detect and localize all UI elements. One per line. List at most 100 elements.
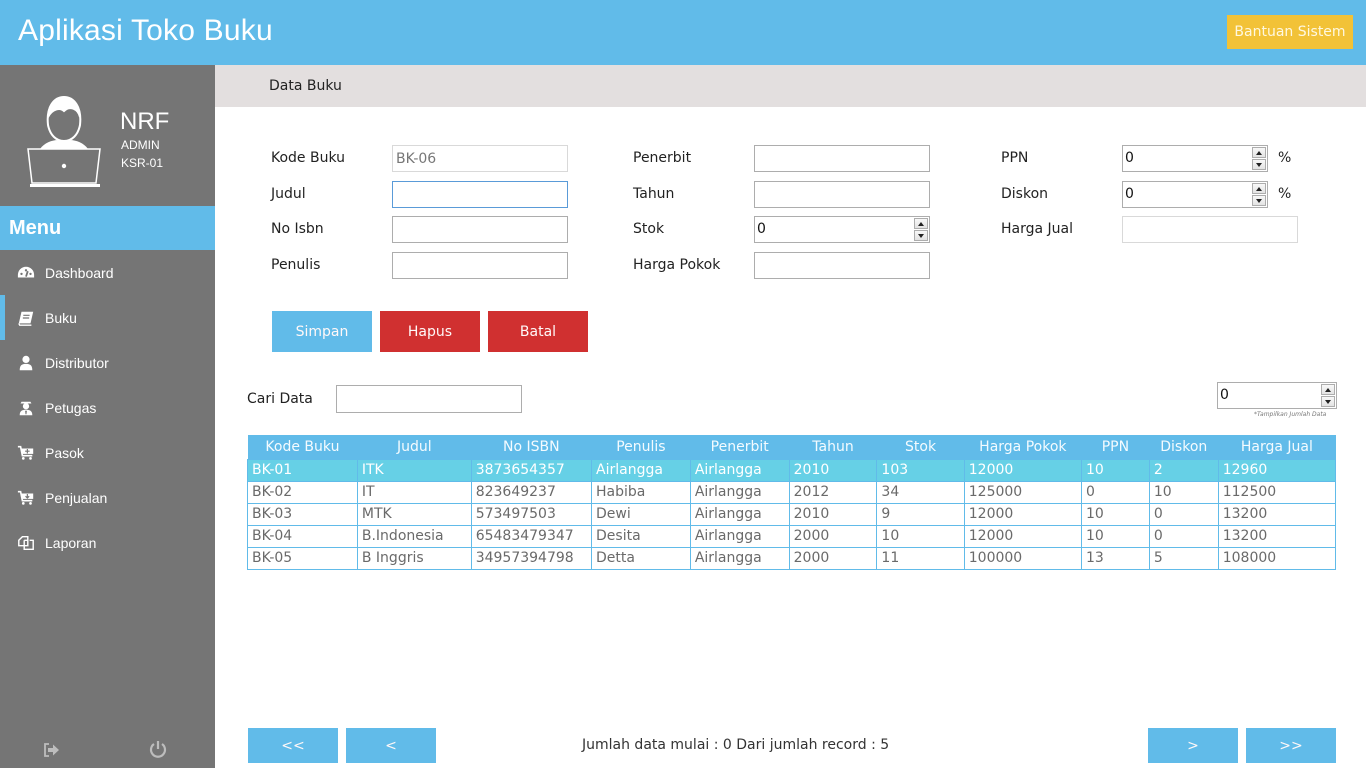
table-cell[interactable]: 2012 <box>788 480 878 504</box>
table-cell[interactable]: 13200 <box>1217 524 1337 548</box>
diskon-decrement-button[interactable] <box>1252 195 1266 206</box>
table-cell[interactable]: B.Indonesia <box>356 524 472 548</box>
table-cell[interactable]: BK-05 <box>247 546 358 570</box>
column-header[interactable]: Penerbit <box>690 435 790 459</box>
table-cell[interactable]: 12000 <box>963 458 1082 482</box>
table-cell[interactable]: 10 <box>1080 502 1150 526</box>
table-cell[interactable]: 3873654357 <box>470 458 593 482</box>
table-cell[interactable]: Airlangga <box>689 480 790 504</box>
kode-buku-field[interactable] <box>392 145 568 172</box>
table-cell[interactable]: 2000 <box>788 524 878 548</box>
table-cell[interactable]: Dewi <box>591 502 691 526</box>
column-header[interactable]: Stok <box>876 435 965 459</box>
sidebar-item-dashboard[interactable]: Dashboard <box>0 250 215 295</box>
table-cell[interactable]: IT <box>356 480 472 504</box>
no-isbn-field[interactable] <box>392 216 568 243</box>
delete-button[interactable]: Hapus <box>380 311 480 352</box>
table-cell[interactable]: 5 <box>1148 546 1219 570</box>
power-icon[interactable] <box>148 739 168 759</box>
table-cell[interactable]: 100000 <box>963 546 1082 570</box>
ppn-spinner[interactable]: 0 <box>1122 145 1268 172</box>
table-cell[interactable]: B Inggris <box>356 546 472 570</box>
display-count-decrement-button[interactable] <box>1321 396 1335 407</box>
cancel-button[interactable]: Batal <box>488 311 588 352</box>
table-cell[interactable]: 2010 <box>788 458 878 482</box>
table-cell[interactable]: 12960 <box>1217 458 1337 482</box>
table-cell[interactable]: 573497503 <box>470 502 593 526</box>
table-cell[interactable]: 125000 <box>963 480 1082 504</box>
display-count-value[interactable]: 0 <box>1220 387 1229 403</box>
column-header[interactable]: No ISBN <box>471 435 592 459</box>
column-header[interactable]: Penulis <box>591 435 691 459</box>
ppn-decrement-button[interactable] <box>1252 159 1266 170</box>
table-cell[interactable]: Airlangga <box>689 458 790 482</box>
table-cell[interactable]: 0 <box>1148 524 1219 548</box>
stok-decrement-button[interactable] <box>914 230 928 241</box>
table-cell[interactable]: 112500 <box>1217 480 1337 504</box>
judul-field[interactable] <box>392 181 568 208</box>
table-cell[interactable]: ITK <box>356 458 472 482</box>
diskon-increment-button[interactable] <box>1252 183 1266 194</box>
table-cell[interactable]: 2 <box>1148 458 1219 482</box>
table-cell[interactable]: 103 <box>876 458 965 482</box>
table-cell[interactable]: 10 <box>1080 524 1150 548</box>
table-cell[interactable]: 34 <box>876 480 965 504</box>
sidebar-item-penjualan[interactable]: Penjualan <box>0 475 215 520</box>
table-row[interactable]: BK-03 MTK 573497503 Dewi Airlangga 2010 9 12000… <box>247 502 1337 526</box>
table-cell[interactable]: MTK <box>356 502 472 526</box>
column-header[interactable]: Diskon <box>1149 435 1219 459</box>
save-button[interactable]: Simpan <box>272 311 372 352</box>
sidebar-item-buku[interactable]: Buku <box>0 295 215 340</box>
stok-value[interactable]: 0 <box>757 221 766 237</box>
next-page-button[interactable]: > <box>1148 728 1238 763</box>
table-cell[interactable]: Habiba <box>591 480 691 504</box>
table-row[interactable]: BK-02 IT 823649237 Habiba Airlangga 2012 34 125… <box>247 480 1337 504</box>
display-count-spinner[interactable]: 0 <box>1217 382 1337 409</box>
table-cell[interactable]: 13200 <box>1217 502 1337 526</box>
table-row[interactable]: BK-04 B.Indonesia 65483479347 Desita Airlang… <box>247 524 1337 548</box>
ppn-increment-button[interactable] <box>1252 147 1266 158</box>
column-header[interactable]: PPN <box>1081 435 1150 459</box>
stok-spinner[interactable]: 0 <box>754 216 930 243</box>
harga-jual-field[interactable] <box>1122 216 1298 243</box>
table-cell[interactable]: 10 <box>1080 458 1150 482</box>
table-cell[interactable]: 12000 <box>963 524 1082 548</box>
sidebar-item-laporan[interactable]: Laporan <box>0 520 215 565</box>
table-cell[interactable]: 10 <box>876 524 965 548</box>
penerbit-field[interactable] <box>754 145 930 172</box>
table-row[interactable]: BK-05 B Inggris 34957394798 Detta Airlangga 2… <box>247 546 1337 570</box>
table-cell[interactable]: 2010 <box>788 502 878 526</box>
table-cell[interactable]: Airlangga <box>689 502 790 526</box>
stok-increment-button[interactable] <box>914 218 928 229</box>
table-cell[interactable]: Desita <box>591 524 691 548</box>
display-count-increment-button[interactable] <box>1321 384 1335 395</box>
table-cell[interactable]: 0 <box>1148 502 1219 526</box>
table-cell[interactable]: 11 <box>876 546 965 570</box>
table-cell[interactable]: 65483479347 <box>470 524 593 548</box>
prev-page-button[interactable]: < <box>346 728 436 763</box>
sidebar-item-petugas[interactable]: Petugas <box>0 385 215 430</box>
table-cell[interactable]: Airlangga <box>689 524 790 548</box>
tahun-field[interactable] <box>754 181 930 208</box>
table-cell[interactable]: BK-02 <box>247 480 358 504</box>
harga-pokok-field[interactable] <box>754 252 930 279</box>
last-page-button[interactable]: >> <box>1246 728 1336 763</box>
table-cell[interactable]: Airlangga <box>689 546 790 570</box>
sidebar-item-distributor[interactable]: Distributor <box>0 340 215 385</box>
sidebar-item-pasok[interactable]: Pasok <box>0 430 215 475</box>
table-row[interactable]: BK-01 ITK 3873654357 Airlangga Airlangga 2010… <box>247 458 1337 482</box>
column-header[interactable]: Harga Jual <box>1218 435 1336 459</box>
table-cell[interactable]: 12000 <box>963 502 1082 526</box>
ppn-value[interactable]: 0 <box>1125 150 1134 166</box>
table-cell[interactable]: Airlangga <box>591 458 691 482</box>
table-cell[interactable]: BK-03 <box>247 502 358 526</box>
diskon-spinner[interactable]: 0 <box>1122 181 1268 208</box>
column-header[interactable]: Kode Buku <box>247 435 358 459</box>
table-cell[interactable]: 34957394798 <box>470 546 593 570</box>
table-cell[interactable]: 13 <box>1080 546 1150 570</box>
table-cell[interactable]: 823649237 <box>470 480 593 504</box>
search-input[interactable] <box>336 385 522 413</box>
table-cell[interactable]: 10 <box>1148 480 1219 504</box>
column-header[interactable]: Judul <box>357 435 472 459</box>
column-header[interactable]: Tahun <box>789 435 877 459</box>
